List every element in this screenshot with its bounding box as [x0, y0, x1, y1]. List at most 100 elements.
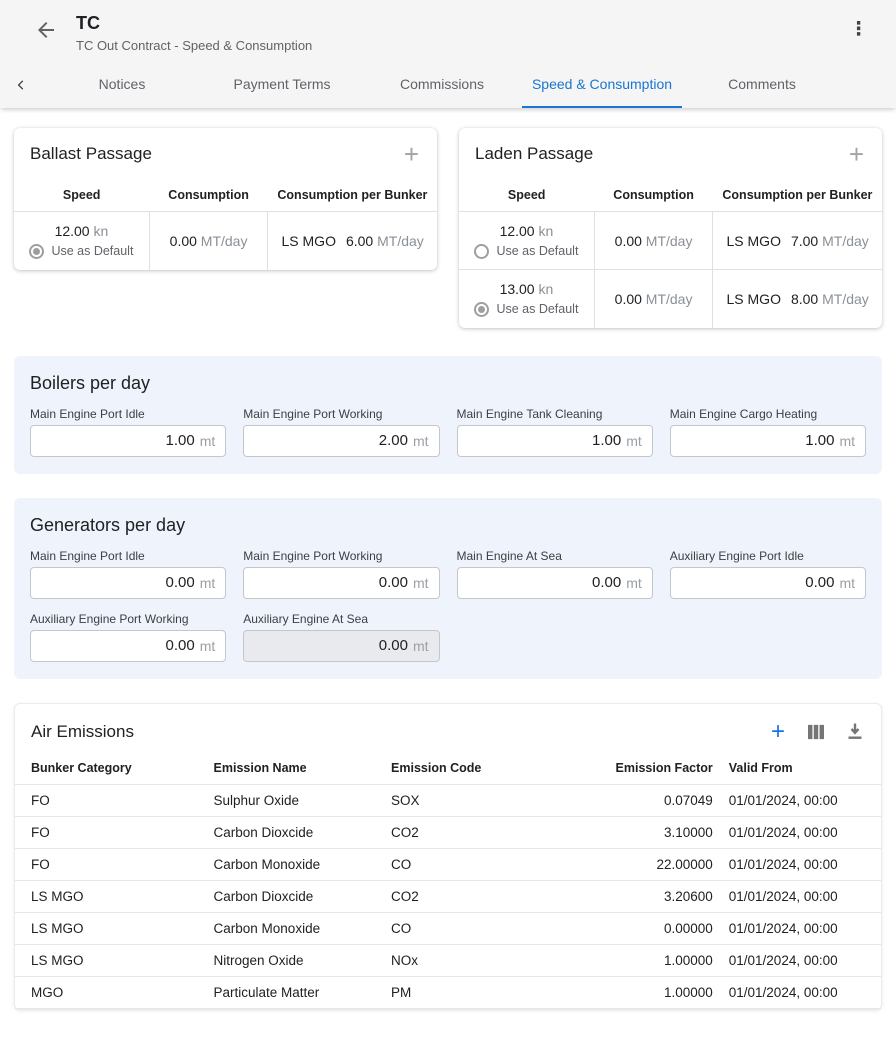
emissions-cell: 01/01/2024, 00:00: [721, 784, 881, 816]
field-main-engine-cargo-heating: Main Engine Cargo Heating 1.00mt: [670, 407, 866, 457]
field-unit: mt: [413, 575, 429, 591]
column-header: Consumption: [149, 179, 267, 212]
download-icon[interactable]: [847, 723, 863, 740]
emissions-cell: 22.00000: [565, 848, 721, 880]
consumption-cell[interactable]: 0.00 MT/day: [149, 212, 267, 270]
consumption-cell[interactable]: 0.00 MT/day: [594, 212, 712, 270]
speed-unit: kn: [539, 281, 554, 297]
emissions-cell: Particulate Matter: [206, 976, 384, 1008]
tab-comments[interactable]: Comments: [682, 62, 842, 108]
field-label: Main Engine Port Idle: [30, 549, 226, 563]
field-input[interactable]: 1.00mt: [457, 425, 653, 457]
emissions-cell: 01/01/2024, 00:00: [721, 912, 881, 944]
field-unit: mt: [626, 433, 642, 449]
emissions-cell: Carbon Dioxcide: [206, 816, 384, 848]
emissions-table-row[interactable]: LS MGOCarbon DioxcideCO23.2060001/01/202…: [15, 880, 881, 912]
emissions-cell: CO2: [383, 880, 565, 912]
field-input[interactable]: 0.00mt: [30, 630, 226, 662]
field-auxiliary-engine-port-working: Auxiliary Engine Port Working0.00mt: [30, 612, 226, 662]
tab-notices[interactable]: Notices: [42, 62, 202, 108]
emissions-cell: 01/01/2024, 00:00: [721, 816, 881, 848]
tab-bar: NoticesPayment TermsCommissionsSpeed & C…: [0, 62, 896, 108]
field-main-engine-port-working: Main Engine Port Working2.00mt: [243, 407, 439, 457]
emissions-table-row[interactable]: LS MGONitrogen OxideNOx1.0000001/01/2024…: [15, 944, 881, 976]
passage-row: 12.00 knUse as Default0.00 MT/dayLS MGO7…: [459, 212, 882, 270]
field-main-engine-port-working: Main Engine Port Working 0.00mt: [243, 549, 439, 599]
consumption-per-bunker-cell[interactable]: LS MGO6.00 MT/day: [268, 212, 437, 270]
tab-scroll-left-icon[interactable]: [0, 62, 42, 108]
emissions-table-row[interactable]: LS MGOCarbon MonoxideCO0.0000001/01/2024…: [15, 912, 881, 944]
column-header: Consumption: [594, 179, 712, 212]
field-label: Auxiliary Engine At Sea: [243, 612, 439, 626]
speed-value[interactable]: 13.00: [500, 281, 535, 297]
use-as-default-radio[interactable]: [474, 302, 489, 317]
card-title: Ballast Passage: [30, 144, 152, 164]
field-input[interactable]: 1.00mt: [30, 425, 226, 457]
emissions-cell: 3.10000: [565, 816, 721, 848]
emissions-column-header: Emission Code: [383, 752, 565, 785]
emissions-cell: CO: [383, 848, 565, 880]
field-input[interactable]: 1.00mt: [670, 425, 866, 457]
tab-payment-terms[interactable]: Payment Terms: [202, 62, 362, 108]
emissions-cell: LS MGO: [15, 880, 206, 912]
emissions-cell: Nitrogen Oxide: [206, 944, 384, 976]
passage-row: 13.00 kn Use as Default 0.00 MT/dayLS MGO8…: [459, 270, 882, 328]
main-content: Ballast Passage+SpeedConsumptionConsumpt…: [0, 108, 896, 1010]
boilers-section: Boilers per day Main Engine Port Idle1.0…: [14, 356, 882, 474]
emissions-table-row[interactable]: FOCarbon DioxcideCO23.1000001/01/2024, 0…: [15, 816, 881, 848]
emissions-cell: 3.20600: [565, 880, 721, 912]
emissions-cell: Carbon Monoxide: [206, 912, 384, 944]
add-speed-row-icon[interactable]: +: [847, 143, 866, 165]
view-columns-icon[interactable]: [807, 724, 825, 740]
field-input[interactable]: 0.00mt: [243, 567, 439, 599]
emissions-column-header: Emission Name: [206, 752, 384, 785]
column-header: Consumption per Bunker: [268, 179, 437, 212]
add-emission-icon[interactable]: +: [771, 722, 785, 742]
add-speed-row-icon[interactable]: +: [402, 143, 421, 165]
field-unit: mt: [839, 433, 855, 449]
consumption-per-bunker-cell[interactable]: LS MGO7.00 MT/day: [713, 212, 882, 270]
emissions-table-row[interactable]: FOSulphur OxideSOX0.0704901/01/2024, 00:…: [15, 784, 881, 816]
tab-commissions[interactable]: Commissions: [362, 62, 522, 108]
field-auxiliary-engine-at-sea: Auxiliary Engine At Sea0.00mt: [243, 612, 439, 662]
use-as-default-label: Use as Default: [496, 244, 578, 258]
emissions-column-header: Bunker Category: [15, 752, 206, 785]
speed-value[interactable]: 12.00: [500, 223, 535, 239]
laden-passage-card: Laden Passage+SpeedConsumptionConsumptio…: [459, 128, 882, 328]
header-titles: TC TC Out Contract - Speed & Consumption: [76, 12, 845, 53]
field-auxiliary-engine-port-idle: Auxiliary Engine Port Idle0.00mt: [670, 549, 866, 599]
back-arrow-icon[interactable]: [34, 18, 58, 42]
column-header: Speed: [14, 179, 149, 212]
kebab-menu-icon[interactable]: ⋮: [845, 20, 872, 40]
app-header: TC TC Out Contract - Speed & Consumption…: [0, 0, 896, 62]
emissions-table-row[interactable]: FOCarbon MonoxideCO22.0000001/01/2024, 0…: [15, 848, 881, 880]
passage-table: SpeedConsumptionConsumption per Bunker12…: [459, 179, 882, 328]
emissions-cell: 01/01/2024, 00:00: [721, 848, 881, 880]
emissions-cell: Carbon Dioxcide: [206, 880, 384, 912]
column-header: Consumption per Bunker: [713, 179, 882, 212]
use-as-default-radio[interactable]: [474, 244, 489, 259]
field-input[interactable]: 0.00mt: [30, 567, 226, 599]
field-main-engine-tank-cleaning: Main Engine Tank Cleaning1.00mt: [457, 407, 653, 457]
use-as-default-label: Use as Default: [496, 302, 578, 316]
tab-speed-consumption[interactable]: Speed & Consumption: [522, 62, 682, 108]
field-label: Main Engine At Sea: [457, 549, 653, 563]
speed-value[interactable]: 12.00: [55, 223, 90, 239]
field-input[interactable]: 0.00mt: [457, 567, 653, 599]
field-unit: mt: [626, 575, 642, 591]
emissions-table-row[interactable]: MGOParticulate MatterPM1.0000001/01/2024…: [15, 976, 881, 1008]
passage-row: 12.00 knUse as Default0.00 MT/dayLS MGO6…: [14, 212, 437, 270]
field-unit: mt: [413, 638, 429, 654]
boilers-title: Boilers per day: [30, 373, 866, 394]
field-input[interactable]: 2.00mt: [243, 425, 439, 457]
speed-cell: 12.00 knUse as Default: [14, 212, 149, 270]
field-label: Main Engine Cargo Heating: [670, 407, 866, 421]
field-unit: mt: [200, 638, 216, 654]
use-as-default-radio[interactable]: [29, 244, 44, 259]
field-label: Main Engine Port Working: [243, 549, 439, 563]
consumption-cell[interactable]: 0.00 MT/day: [594, 270, 712, 328]
emissions-cell: 1.00000: [565, 976, 721, 1008]
field-input[interactable]: 0.00mt: [670, 567, 866, 599]
consumption-per-bunker-cell[interactable]: LS MGO8.00 MT/day: [713, 270, 882, 328]
emissions-cell: 01/01/2024, 00:00: [721, 976, 881, 1008]
